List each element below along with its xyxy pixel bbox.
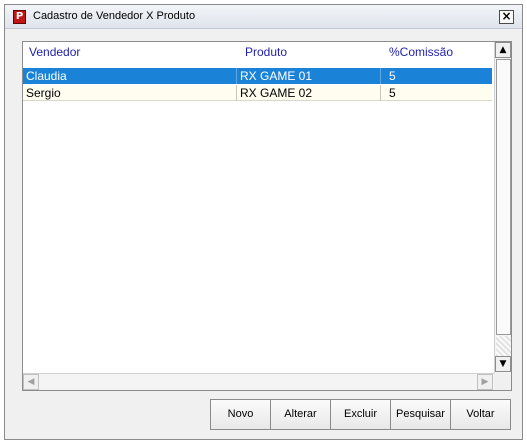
column-header-comissao[interactable]: %Comissão xyxy=(385,42,493,62)
app-icon: P xyxy=(13,10,26,24)
grid-header: Vendedor Produto %Comissão xyxy=(23,42,494,62)
cell-comissao: 5 xyxy=(389,69,396,83)
scroll-right-icon[interactable]: ▶ xyxy=(477,374,493,390)
cell-produto: RX GAME 01 xyxy=(237,68,381,84)
excluir-button[interactable]: Excluir xyxy=(330,399,391,430)
table-row[interactable]: Sergio RX GAME 02 5 xyxy=(23,85,492,101)
novo-button[interactable]: Novo xyxy=(210,399,271,430)
title-bar[interactable]: P Cadastro de Vendedor X Produto × xyxy=(5,5,522,29)
grid-body: Vendedor Produto %Comissão Claudia RX GA… xyxy=(23,42,494,373)
column-header-produto[interactable]: Produto xyxy=(241,42,385,62)
scroll-gripper xyxy=(496,336,511,356)
cell-vendedor: Claudia xyxy=(23,68,237,84)
button-bar: Novo Alterar Excluir Pesquisar Voltar xyxy=(210,399,511,430)
voltar-button[interactable]: Voltar xyxy=(450,399,511,430)
main-window: P Cadastro de Vendedor X Produto × Vende… xyxy=(4,4,523,440)
close-button[interactable]: × xyxy=(499,10,514,24)
cell-produto: RX GAME 02 xyxy=(237,85,381,101)
horizontal-scrollbar[interactable]: ◀ ▶ xyxy=(23,373,494,390)
window-title: Cadastro de Vendedor X Produto xyxy=(33,10,196,22)
vertical-scrollbar[interactable]: ▲ ▼ xyxy=(494,42,511,373)
table-row[interactable]: Claudia RX GAME 01 5 xyxy=(23,68,492,84)
scrollbar-corner xyxy=(494,373,511,390)
data-grid: Vendedor Produto %Comissão Claudia RX GA… xyxy=(22,41,512,391)
alterar-button[interactable]: Alterar xyxy=(270,399,331,430)
scroll-left-icon[interactable]: ◀ xyxy=(23,374,39,390)
cell-comissao: 5 xyxy=(389,86,396,100)
column-header-vendedor[interactable]: Vendedor xyxy=(25,42,241,62)
pesquisar-button[interactable]: Pesquisar xyxy=(390,399,451,430)
scroll-up-icon[interactable]: ▲ xyxy=(495,42,511,58)
scroll-down-icon[interactable]: ▼ xyxy=(495,356,511,372)
vertical-scroll-thumb[interactable] xyxy=(496,59,511,335)
cell-vendedor: Sergio xyxy=(23,85,237,101)
